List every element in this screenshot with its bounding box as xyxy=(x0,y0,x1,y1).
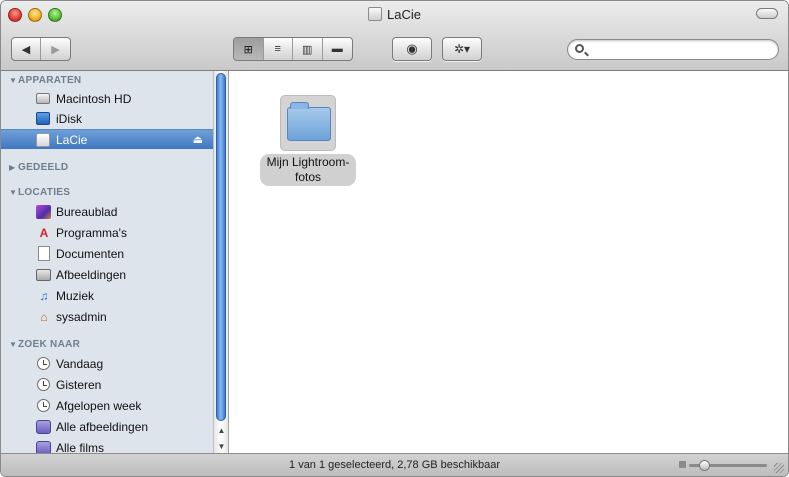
sidebar-item-gisteren[interactable]: Gisteren xyxy=(1,375,213,395)
status-bar: 1 van 1 geselecteerd, 2,78 GB beschikbaa… xyxy=(1,453,788,476)
sidebar-item-alle-afbeeldingen[interactable]: Alle afbeeldingen xyxy=(1,417,213,437)
external-drive-icon xyxy=(36,133,50,147)
sidebar-section-label: LOCATIES xyxy=(18,187,71,198)
home-icon: ⌂ xyxy=(40,310,48,324)
sidebar-item-label: Documenten xyxy=(56,247,125,261)
folder-icon xyxy=(287,102,331,141)
sidebar: ▼APPARATEN Macintosh HD iDisk LaCie ⏏ ▶ G… xyxy=(1,71,229,455)
gear-icon: ✲▾ xyxy=(453,42,471,56)
icon-view-icon: ⊞ xyxy=(243,43,253,56)
disclosure-expanded-icon: ▼ xyxy=(9,76,18,85)
coverflow-view-icon: ▬ xyxy=(331,43,343,55)
documents-icon xyxy=(38,246,50,261)
icon-size-slider[interactable] xyxy=(689,460,767,471)
sidebar-item-label: Bureaublad xyxy=(56,205,118,219)
drive-icon xyxy=(368,7,383,21)
folder-label-line: Mijn Lightroom- xyxy=(266,155,350,169)
sidebar-item-label: Gisteren xyxy=(56,378,102,392)
forward-arrow-icon: ▶ xyxy=(51,43,60,56)
finder-window: LaCie ◀ ▶ ⊞ ≡ ▥ ▬ ◉ ✲▾ ▼APPARATEN Macint… xyxy=(0,0,789,477)
clock-icon xyxy=(37,378,50,391)
scroll-up-arrow-icon[interactable]: ▲ xyxy=(214,423,229,437)
sidebar-item-idisk[interactable]: iDisk xyxy=(1,109,213,129)
back-arrow-icon: ◀ xyxy=(21,43,31,56)
sidebar-item-documenten[interactable]: Documenten xyxy=(1,244,213,264)
column-view-button[interactable]: ▥ xyxy=(293,38,323,60)
sidebar-scrollbar[interactable]: ▲ ▼ xyxy=(213,71,228,455)
sidebar-item-label: Vandaag xyxy=(56,357,104,371)
sidebar-item-afgelopen-week[interactable]: Afgelopen week xyxy=(1,396,213,416)
clock-icon xyxy=(37,399,50,412)
sidebar-item-label: sysadmin xyxy=(56,310,107,324)
sidebar-item-muziek[interactable]: ♫ Muziek xyxy=(1,286,213,306)
status-text: 1 van 1 geselecteerd, 2,78 GB beschikbaa… xyxy=(289,459,500,471)
disclosure-collapsed-icon: ▶ xyxy=(9,163,16,172)
list-view-icon: ≡ xyxy=(274,43,281,55)
back-forward-control: ◀ ▶ xyxy=(11,37,71,61)
disclosure-expanded-icon: ▼ xyxy=(9,188,18,197)
icon-size-slider-knob[interactable] xyxy=(699,460,711,471)
sidebar-section-label: ZOEK NAAR xyxy=(18,339,81,350)
idisk-icon xyxy=(36,112,50,125)
sidebar-section-zoek-naar[interactable]: ▼ZOEK NAAR xyxy=(9,339,80,350)
view-mode-control: ⊞ ≡ ▥ ▬ xyxy=(233,37,353,61)
eye-icon: ◉ xyxy=(406,41,418,56)
search-icon xyxy=(575,44,584,53)
sidebar-item-lacie[interactable]: LaCie ⏏ xyxy=(1,129,213,149)
applications-icon: A xyxy=(39,226,49,240)
sidebar-item-label: LaCie xyxy=(56,132,88,147)
folder-label-line: fotos xyxy=(294,170,321,184)
resize-grip-icon[interactable] xyxy=(774,463,784,473)
window-title: LaCie xyxy=(1,6,788,24)
sidebar-section-label: GEDEELD xyxy=(18,162,69,173)
sidebar-section-apparaten[interactable]: ▼APPARATEN xyxy=(9,75,81,86)
file-browser-pane[interactable]: Mijn Lightroom- fotos xyxy=(230,71,788,455)
column-view-icon: ▥ xyxy=(302,43,313,56)
window-title-text: LaCie xyxy=(387,7,421,22)
quick-look-button[interactable]: ◉ xyxy=(392,37,432,61)
sidebar-item-label: Programma's xyxy=(56,226,127,240)
search-field[interactable] xyxy=(567,39,779,60)
toolbar: LaCie ◀ ▶ ⊞ ≡ ▥ ▬ ◉ ✲▾ xyxy=(1,1,788,71)
eject-icon[interactable]: ⏏ xyxy=(193,133,203,146)
sidebar-item-programmas[interactable]: A Programma's xyxy=(1,223,213,243)
sidebar-section-gedeeld[interactable]: ▶ GEDEELD xyxy=(9,162,68,173)
icon-view-button[interactable]: ⊞ xyxy=(234,38,264,60)
sidebar-item-bureaublad[interactable]: Bureaublad xyxy=(1,202,213,222)
scroll-down-arrow-icon[interactable]: ▼ xyxy=(214,439,229,453)
sidebar-item-label: Afbeeldingen xyxy=(56,268,127,282)
sidebar-section-label: APPARATEN xyxy=(18,75,82,86)
sidebar-section-locaties[interactable]: ▼LOCATIES xyxy=(9,187,70,198)
folder-label: Mijn Lightroom- fotos xyxy=(259,154,357,186)
sidebar-item-label: Afgelopen week xyxy=(56,399,142,413)
forward-button[interactable]: ▶ xyxy=(41,38,70,60)
sidebar-item-label: Macintosh HD xyxy=(56,92,132,106)
search-input[interactable] xyxy=(590,42,770,57)
back-button[interactable]: ◀ xyxy=(12,38,42,60)
sidebar-item-vandaag[interactable]: Vandaag xyxy=(1,354,213,374)
sidebar-scrollbar-thumb[interactable] xyxy=(216,73,226,421)
list-view-button[interactable]: ≡ xyxy=(264,38,293,60)
sidebar-item-label: Muziek xyxy=(56,289,95,303)
hard-drive-icon xyxy=(36,93,50,104)
sidebar-item-sysadmin[interactable]: ⌂ sysadmin xyxy=(1,307,213,327)
sidebar-list: ▼APPARATEN Macintosh HD iDisk LaCie ⏏ ▶ G… xyxy=(1,71,213,455)
sidebar-item-label: Alle afbeeldingen xyxy=(56,420,149,434)
desktop-icon xyxy=(36,205,51,219)
sidebar-item-afbeeldingen[interactable]: Afbeeldingen xyxy=(1,265,213,285)
smart-folder-icon xyxy=(36,420,51,434)
toolbar-toggle-button[interactable] xyxy=(756,8,778,19)
disclosure-expanded-icon: ▼ xyxy=(9,340,18,349)
music-icon: ♫ xyxy=(39,289,49,303)
folder-item[interactable]: Mijn Lightroom- fotos xyxy=(246,95,370,186)
folder-selection-highlight xyxy=(280,95,336,151)
small-icon-size-icon xyxy=(679,461,686,468)
action-menu-button[interactable]: ✲▾ xyxy=(442,37,482,61)
sidebar-item-label: iDisk xyxy=(56,112,82,126)
pictures-icon xyxy=(36,269,51,281)
sidebar-item-macintosh-hd[interactable]: Macintosh HD xyxy=(1,89,213,109)
clock-icon xyxy=(37,357,50,370)
coverflow-view-button[interactable]: ▬ xyxy=(323,38,352,60)
